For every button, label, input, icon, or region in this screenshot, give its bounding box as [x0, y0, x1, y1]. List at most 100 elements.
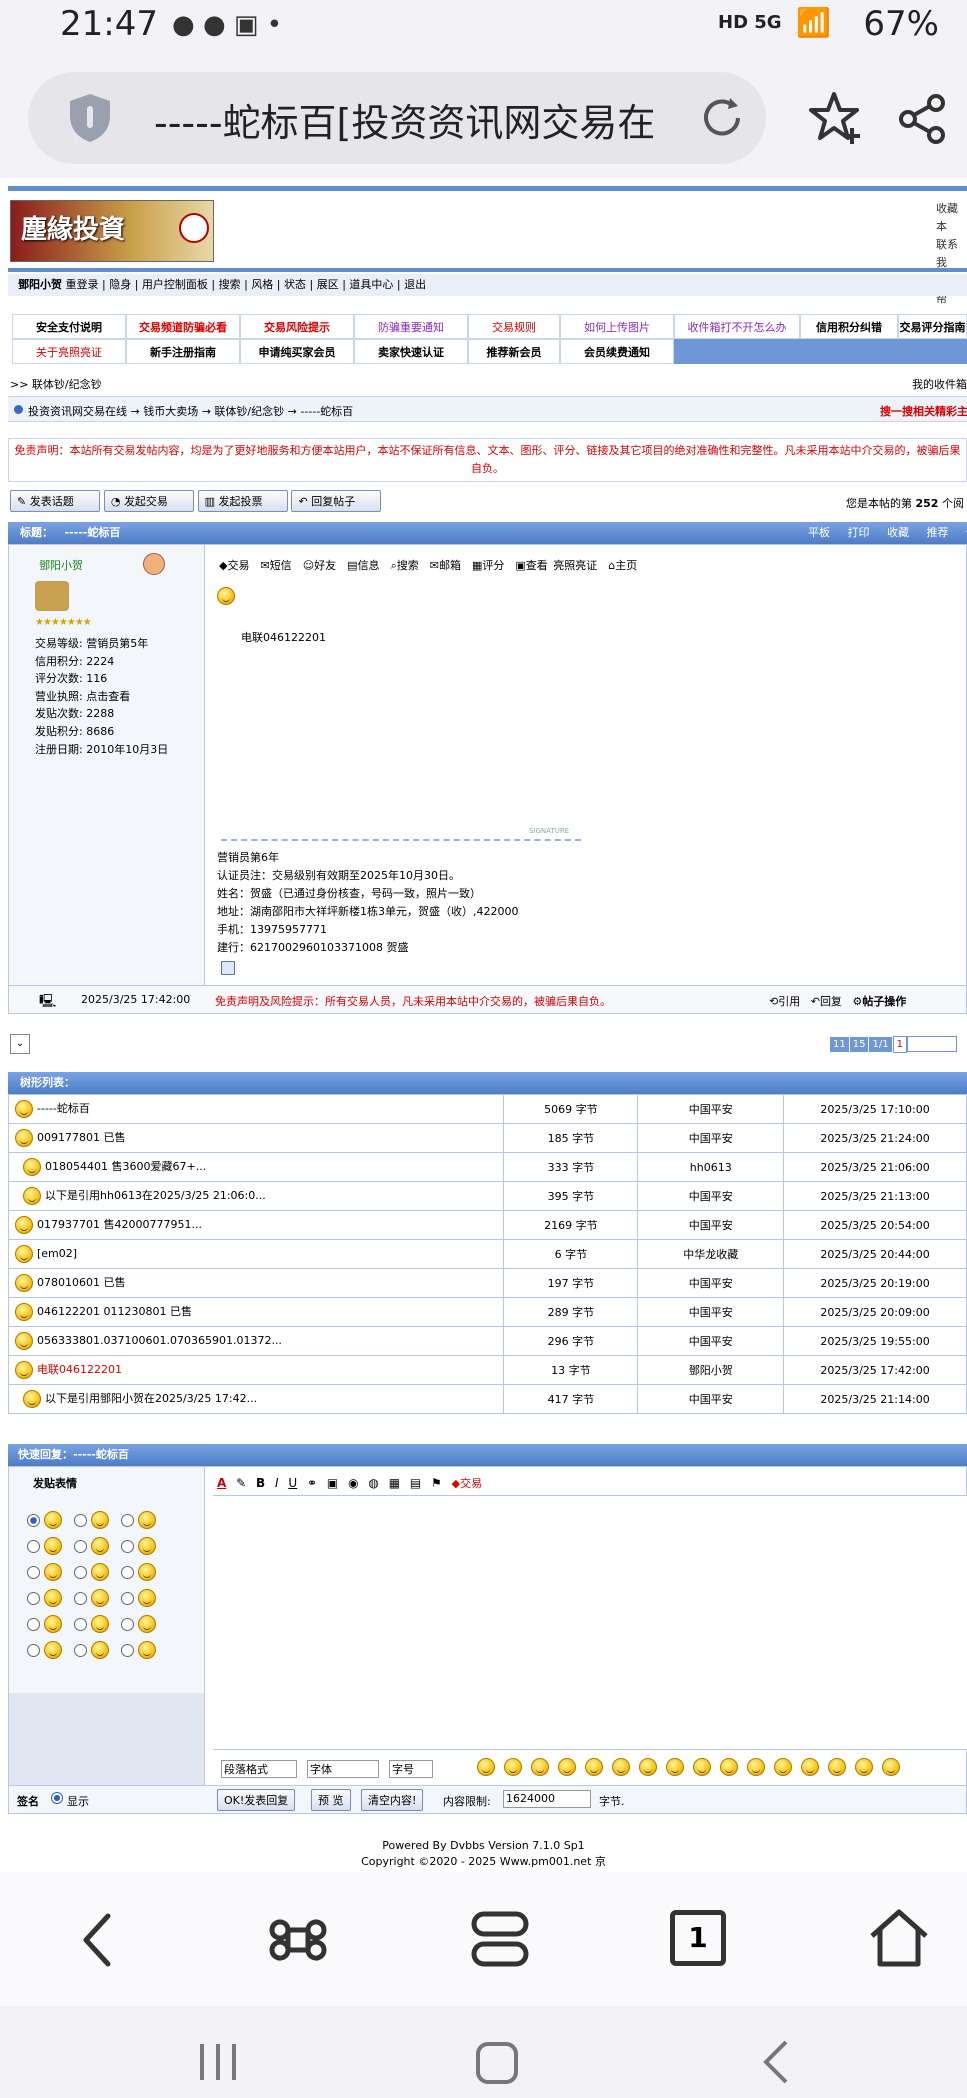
new-trade-button[interactable]: ◔ 发起交易	[103, 490, 194, 512]
back-icon[interactable]	[78, 1912, 118, 1968]
mail-tool[interactable]: ✉邮箱	[430, 559, 461, 572]
insert-smiley-icon[interactable]	[504, 1758, 522, 1776]
size-select[interactable]: 字号	[389, 1760, 433, 1778]
home-button-icon[interactable]	[474, 2040, 520, 2086]
insert-smiley-icon[interactable]	[477, 1758, 495, 1776]
code-icon[interactable]: ▤	[410, 1476, 421, 1490]
notice-link[interactable]: 会员续费通知	[560, 339, 674, 364]
notice-link[interactable]: 如何上传图片	[560, 314, 674, 339]
tree-row[interactable]: 以下是引用hh0613在2025/3/25 21:06:0... 395 字节 中国…	[7, 1181, 967, 1211]
emotion-radio[interactable]	[27, 1591, 40, 1605]
emotion-radio[interactable]	[27, 1643, 40, 1657]
header-link[interactable]: 联系我	[936, 236, 967, 272]
pager-item[interactable]: 1/1	[869, 1037, 892, 1052]
flag-icon[interactable]: ⚑	[431, 1476, 442, 1490]
search-related-link[interactable]: 搜一搜相关精彩主	[880, 403, 967, 419]
font-color-icon[interactable]: A	[217, 1476, 226, 1490]
emotion-radio[interactable]	[74, 1565, 87, 1579]
username[interactable]: 鄧阳小贺	[39, 557, 83, 573]
tree-row[interactable]: 009177801 已售 185 字节 中国平安 2025/3/25 21:24:00	[7, 1123, 967, 1153]
notice-link[interactable]: 交易规则	[468, 314, 560, 339]
reply-textarea[interactable]	[213, 1495, 967, 1749]
insert-smiley-icon[interactable]	[774, 1758, 792, 1776]
clear-button[interactable]: 清空内容!	[361, 1789, 424, 1811]
flash-icon[interactable]: ◉	[348, 1476, 358, 1490]
crumb-category[interactable]: >> 联体钞/纪念钞	[10, 376, 102, 392]
tab-count-button[interactable]: 1	[670, 1910, 726, 1966]
tree-row[interactable]: 017937701 售42000777951... 2169 字节 中国平安 2025…	[7, 1210, 967, 1240]
tree-row[interactable]: 电联046122201 13 字节 鄧阳小贺 2025/3/25 17:42:00	[7, 1355, 967, 1385]
limit-input[interactable]: 1624000	[503, 1790, 591, 1808]
my-inbox-link[interactable]: 我的收件箱	[912, 376, 967, 392]
emotion-radio[interactable]	[121, 1591, 134, 1605]
paragraph-select[interactable]: 段落格式	[221, 1760, 297, 1778]
new-vote-button[interactable]: ▥ 发起投票	[197, 490, 288, 512]
pager-current[interactable]: 1	[892, 1036, 907, 1053]
tree-row[interactable]: 018054401 售3600爱藏67+... 333 字节 hh0613 2025/…	[7, 1152, 967, 1182]
emotion-radio[interactable]	[27, 1539, 40, 1553]
emotion-radio[interactable]	[74, 1513, 87, 1527]
back-button-icon[interactable]	[760, 2038, 790, 2086]
pager-item[interactable]: 15	[849, 1037, 869, 1052]
bookmark-star-icon[interactable]	[808, 90, 864, 146]
emotion-radio[interactable]	[74, 1591, 87, 1605]
sms-tool[interactable]: ✉短信	[260, 559, 291, 572]
image-icon[interactable]: ▣	[327, 1476, 338, 1490]
insert-smiley-icon[interactable]	[720, 1758, 738, 1776]
notice-link[interactable]: 交易频道防骗必看	[126, 314, 240, 339]
post-ops-button[interactable]: ⚙帖子操作	[852, 995, 906, 1008]
table-icon[interactable]: ▦	[389, 1476, 400, 1490]
underline-button[interactable]: U	[288, 1476, 297, 1490]
italic-button[interactable]: I	[275, 1476, 279, 1490]
nav-style[interactable]: 风格	[251, 278, 273, 291]
pager-item[interactable]: 11	[830, 1037, 849, 1052]
insert-smiley-icon[interactable]	[828, 1758, 846, 1776]
emotion-radio[interactable]	[121, 1617, 134, 1631]
breadcrumb[interactable]: 投资资讯网交易在线 → 钱币大卖场 → 联体钞/纪念钞 → -----蛇标百	[28, 403, 353, 419]
reply-button[interactable]: ↶回复	[811, 995, 842, 1008]
trade-tool[interactable]: ◆交易	[219, 559, 249, 572]
notice-link[interactable]: 交易风险提示	[240, 314, 354, 339]
search-tool[interactable]: ⌕搜索	[391, 559, 419, 572]
media-icon[interactable]: ◍	[368, 1476, 378, 1490]
footer-copyright[interactable]: Copyright ©2020 - 2025 Www.pm001.net 京	[0, 1854, 967, 1870]
notice-link[interactable]: 申请纯买家会员	[240, 339, 354, 364]
nav-relogin[interactable]: 重登录	[66, 278, 99, 291]
sign-radio[interactable]	[51, 1792, 63, 1804]
emotion-radio[interactable]	[121, 1643, 134, 1657]
insert-smiley-icon[interactable]	[801, 1758, 819, 1776]
emotion-radio[interactable]	[121, 1539, 134, 1553]
insert-smiley-icon[interactable]	[639, 1758, 657, 1776]
notice-link[interactable]: 新手注册指南	[126, 339, 240, 364]
notice-link[interactable]: 安全支付说明	[12, 314, 126, 339]
emotion-radio[interactable]	[74, 1539, 87, 1553]
insert-smiley-icon[interactable]	[747, 1758, 765, 1776]
emotion-radio[interactable]	[27, 1513, 40, 1527]
command-icon[interactable]	[268, 1910, 328, 1970]
reload-icon[interactable]	[694, 90, 750, 146]
link-icon[interactable]: ⚭	[307, 1476, 317, 1490]
tree-row[interactable]: 046122201 011230801 已售 289 字节 中国平安 2025/3/2…	[7, 1297, 967, 1327]
emotion-radio[interactable]	[74, 1643, 87, 1657]
notice-link[interactable]: 信用积分纠错	[800, 314, 898, 339]
insert-smiley-icon[interactable]	[585, 1758, 603, 1776]
license-link[interactable]: 点击查看	[86, 690, 130, 703]
insert-smiley-icon[interactable]	[558, 1758, 576, 1776]
chevron-down-icon[interactable]: ⌄	[10, 1034, 30, 1054]
share-icon[interactable]	[898, 94, 948, 144]
highlight-icon[interactable]: ✎	[236, 1476, 246, 1490]
header-link[interactable]: 收藏本	[936, 200, 967, 236]
nav-expo[interactable]: 展区	[317, 278, 339, 291]
reply-post-button[interactable]: ↶ 回复帖子	[291, 490, 382, 512]
emotion-radio[interactable]	[121, 1565, 134, 1579]
notice-link[interactable]: 收件箱打不开怎么办	[674, 314, 800, 339]
zoom-icon[interactable]	[221, 961, 235, 975]
nav-search[interactable]: 搜索	[219, 278, 241, 291]
insert-smiley-icon[interactable]	[612, 1758, 630, 1776]
submit-reply-button[interactable]: OK!发表回复	[217, 1789, 296, 1811]
tree-row[interactable]: [em02] 6 字节 中华龙收藏 2025/3/25 20:44:00	[7, 1239, 967, 1269]
nav-hide[interactable]: 隐身	[109, 278, 131, 291]
nav-tools[interactable]: 道具中心	[349, 278, 393, 291]
notice-link[interactable]: 防骗重要通知	[354, 314, 468, 339]
tree-row[interactable]: 078010601 已售 197 字节 中国平安 2025/3/25 20:19:00	[7, 1268, 967, 1298]
